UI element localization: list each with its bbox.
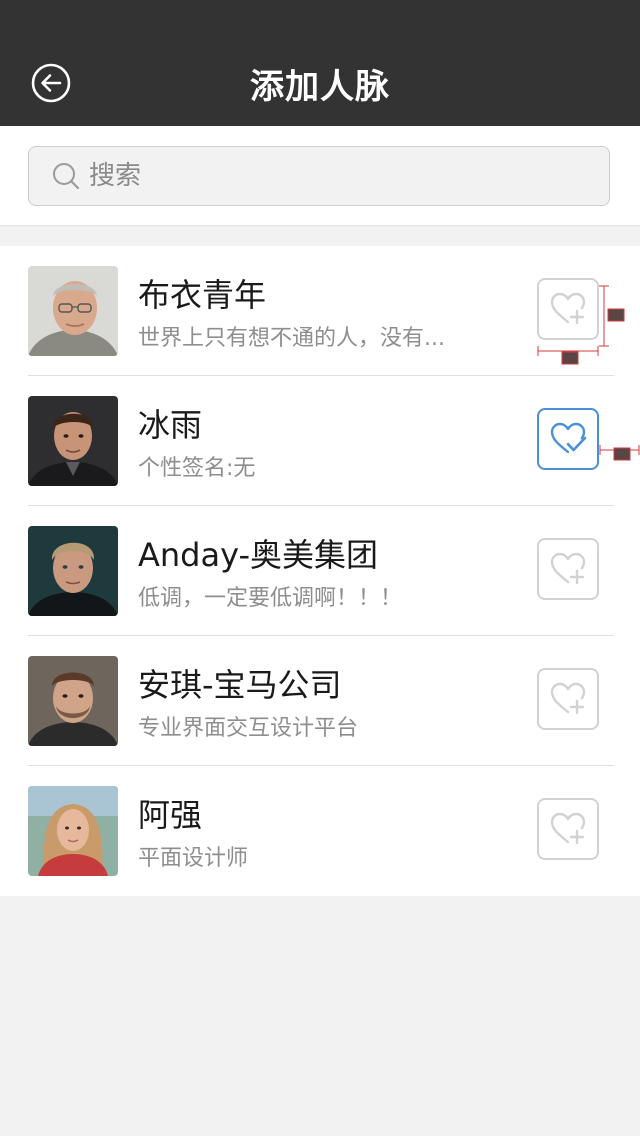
heart-check-icon	[550, 422, 587, 454]
contact-row[interactable]: Anday-奥美集团 低调，一定要低调啊！！！	[28, 506, 614, 636]
back-button[interactable]	[30, 62, 72, 104]
follow-button[interactable]	[537, 538, 599, 600]
contact-name: 阿强	[138, 796, 203, 834]
contact-list: 布衣青年 世界上只有想不通的人，没有... 冰雨 个性签名:无 Anday-奥美…	[0, 246, 640, 896]
avatar	[28, 656, 118, 746]
search-section	[0, 126, 640, 226]
contact-signature: 平面设计师	[138, 846, 249, 871]
contact-name: 冰雨	[138, 406, 203, 444]
status-bar	[0, 0, 640, 40]
followed-button[interactable]	[537, 408, 599, 470]
section-gap	[0, 226, 640, 246]
search-icon	[53, 163, 80, 190]
back-arrow-icon	[31, 63, 71, 103]
follow-button[interactable]	[537, 798, 599, 860]
contact-row[interactable]: 冰雨 个性签名:无	[28, 376, 614, 506]
avatar	[28, 526, 118, 616]
follow-button[interactable]	[537, 278, 599, 340]
contact-row[interactable]: 阿强 平面设计师	[28, 766, 614, 896]
heart-plus-icon	[550, 292, 586, 325]
contact-row[interactable]: 布衣青年 世界上只有想不通的人，没有...	[28, 246, 614, 376]
contact-name: 安琪-宝马公司	[138, 666, 342, 704]
page-title: 添加人脉	[250, 66, 390, 107]
avatar	[28, 266, 118, 356]
contact-row[interactable]: 安琪-宝马公司 专业界面交互设计平台	[28, 636, 614, 766]
avatar	[28, 396, 118, 486]
navigation-bar: 添加人脉	[0, 40, 640, 126]
heart-plus-icon	[550, 682, 586, 715]
search-box[interactable]	[28, 146, 610, 206]
heart-plus-icon	[550, 552, 586, 585]
follow-button[interactable]	[537, 668, 599, 730]
heart-plus-icon	[550, 812, 586, 845]
contact-signature: 低调，一定要低调啊！！！	[138, 586, 403, 611]
avatar	[28, 786, 118, 876]
search-input[interactable]	[89, 161, 569, 191]
contact-signature: 个性签名:无	[138, 456, 256, 481]
contact-signature: 专业界面交互设计平台	[138, 716, 359, 741]
contact-name: Anday-奥美集团	[138, 536, 379, 574]
contact-signature: 世界上只有想不通的人，没有...	[138, 326, 445, 351]
contact-name: 布衣青年	[138, 276, 267, 314]
